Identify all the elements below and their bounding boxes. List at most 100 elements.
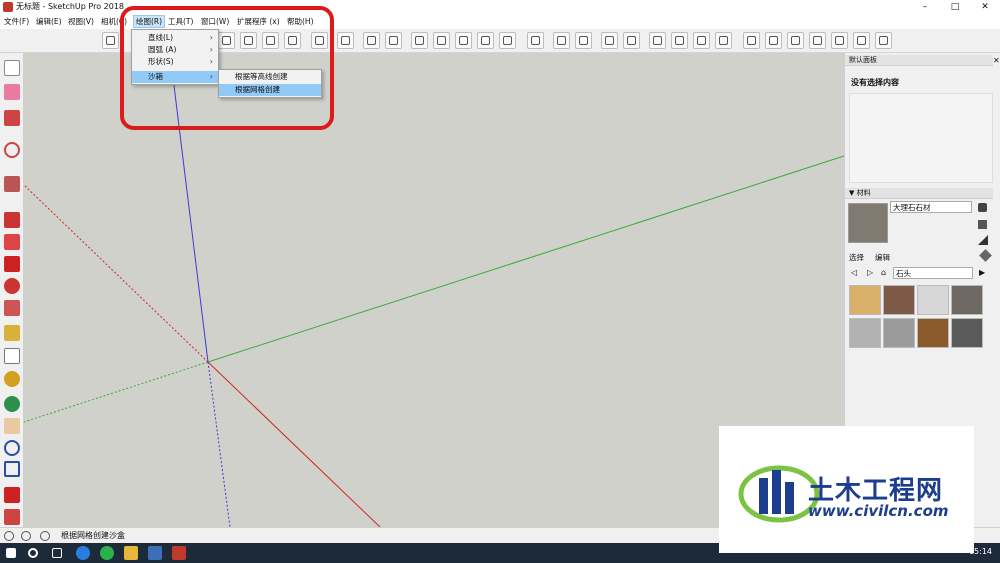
entity-info-text: 没有选择内容 [851,78,899,87]
red-axis-solid [207,361,381,527]
eraser-icon[interactable] [4,84,20,100]
image-icon[interactable] [693,32,710,49]
material-swatch[interactable] [951,318,983,348]
terrain-icon[interactable] [477,32,494,49]
material-cube-icon[interactable] [978,220,987,229]
orbit-icon[interactable] [4,396,20,412]
follow-me-icon[interactable] [4,234,20,250]
close-icon[interactable]: ✕ [993,56,1000,65]
arc-icon[interactable] [4,142,20,158]
extension-icon[interactable] [4,509,20,525]
material-swatch[interactable] [917,318,949,348]
red-axis-dotted [24,184,209,363]
tab-select[interactable]: 选择 [849,252,864,263]
material-swatch[interactable] [849,285,881,315]
drape-icon[interactable] [601,32,618,49]
windows-start-icon[interactable] [6,548,16,558]
tape-measure-icon[interactable] [4,325,20,341]
window-title: 无标题 - SketchUp Pro 2018 [16,2,124,11]
table-icon[interactable] [743,32,760,49]
cube-icon[interactable] [455,32,472,49]
close-button[interactable]: ✕ [970,0,1000,14]
teapot-icon[interactable] [553,32,570,49]
material-name-input[interactable]: 大理石石材 [890,201,972,213]
credits-icon[interactable] [21,531,31,541]
text-tool-icon[interactable] [4,348,20,364]
sample-paint-icon[interactable] [978,235,988,245]
circle-target-icon[interactable] [765,32,782,49]
scene-icon[interactable] [385,32,402,49]
material-swatch[interactable] [849,318,881,348]
status-hint-text: 根据网格创建沙盒 [61,531,125,540]
tee-icon[interactable] [809,32,826,49]
zoom-icon[interactable] [4,440,20,456]
browser-icon[interactable] [76,546,90,560]
forward-arrow-icon[interactable]: ▷ [867,268,873,277]
dome-icon[interactable] [853,32,870,49]
material-swatch[interactable] [883,285,915,315]
rectangle-icon[interactable] [4,176,20,192]
material-library-value: 石头 [896,269,911,278]
material-swatch[interactable] [883,318,915,348]
eyedropper-icon[interactable] [979,249,992,262]
settings-sliders-icon[interactable] [337,32,354,49]
lock-icon[interactable] [715,32,732,49]
create-material-icon[interactable] [978,203,987,212]
sun-icon[interactable] [831,32,848,49]
rotate-icon[interactable] [875,32,892,49]
tab-edit[interactable]: 编辑 [875,252,890,263]
pan-hand-icon[interactable] [4,418,20,434]
blue-axis-dotted [207,361,231,527]
task-view-icon[interactable] [52,548,62,558]
geo-location-icon[interactable] [4,531,14,541]
green-axis-solid [207,155,844,363]
warehouse-icon[interactable] [102,32,119,49]
wechat-icon[interactable] [100,546,114,560]
sketchup-logo-icon [3,2,13,12]
line-pencil-icon[interactable] [4,110,20,126]
window-icon[interactable] [649,32,666,49]
box-icon[interactable] [433,32,450,49]
paint-bucket-icon[interactable] [4,371,20,387]
watermark: 土木工程网 www.civilcn.com [719,426,974,553]
scale-icon[interactable] [4,300,20,316]
green-axis-dotted [24,361,209,423]
user-icon[interactable] [40,531,50,541]
menu-file[interactable]: 文件(F) [2,16,31,27]
material-preview [848,203,888,243]
render-icon[interactable] [575,32,592,49]
message-icon[interactable] [363,32,380,49]
back-arrow-icon[interactable]: ◁ [851,268,857,277]
red-annotation-outline [120,6,334,130]
flatten-icon[interactable] [623,32,640,49]
menu-edit[interactable]: 编辑(E) [34,16,64,27]
menu-view[interactable]: 视图(V) [66,16,96,27]
select-arrow-icon[interactable] [4,60,20,76]
file-explorer-icon[interactable] [124,546,138,560]
material-library-select[interactable]: 石头 [893,267,973,279]
materials-header[interactable]: ▼ 材料 [845,188,993,199]
entity-info-area [849,93,993,183]
section-plane-icon[interactable] [411,32,428,49]
minimize-button[interactable]: – [910,0,940,14]
search-icon[interactable] [28,548,38,558]
home-icon[interactable]: ⌂ [881,268,886,277]
warehouse-3d-icon[interactable] [4,487,20,503]
sketchup-taskbar-icon[interactable] [172,546,186,560]
rotate-tool-icon[interactable] [4,278,20,294]
move-icon[interactable] [4,256,20,272]
word-icon[interactable] [148,546,162,560]
details-arrow-icon[interactable]: ▶ [979,268,985,277]
frame-icon[interactable] [671,32,688,49]
push-pull-icon[interactable] [4,212,20,228]
watermark-url: www.civilcn.com [808,502,949,520]
maximize-button[interactable]: □ [940,0,970,14]
smoove-icon[interactable] [499,32,516,49]
material-swatch[interactable] [917,285,949,315]
zoom-extents-icon[interactable] [4,461,20,477]
check-icon[interactable] [527,32,544,49]
material-swatch[interactable] [951,285,983,315]
triangle-icon[interactable] [787,32,804,49]
default-panel-title: 默认面板 [845,55,993,66]
left-toolbar [0,53,24,527]
